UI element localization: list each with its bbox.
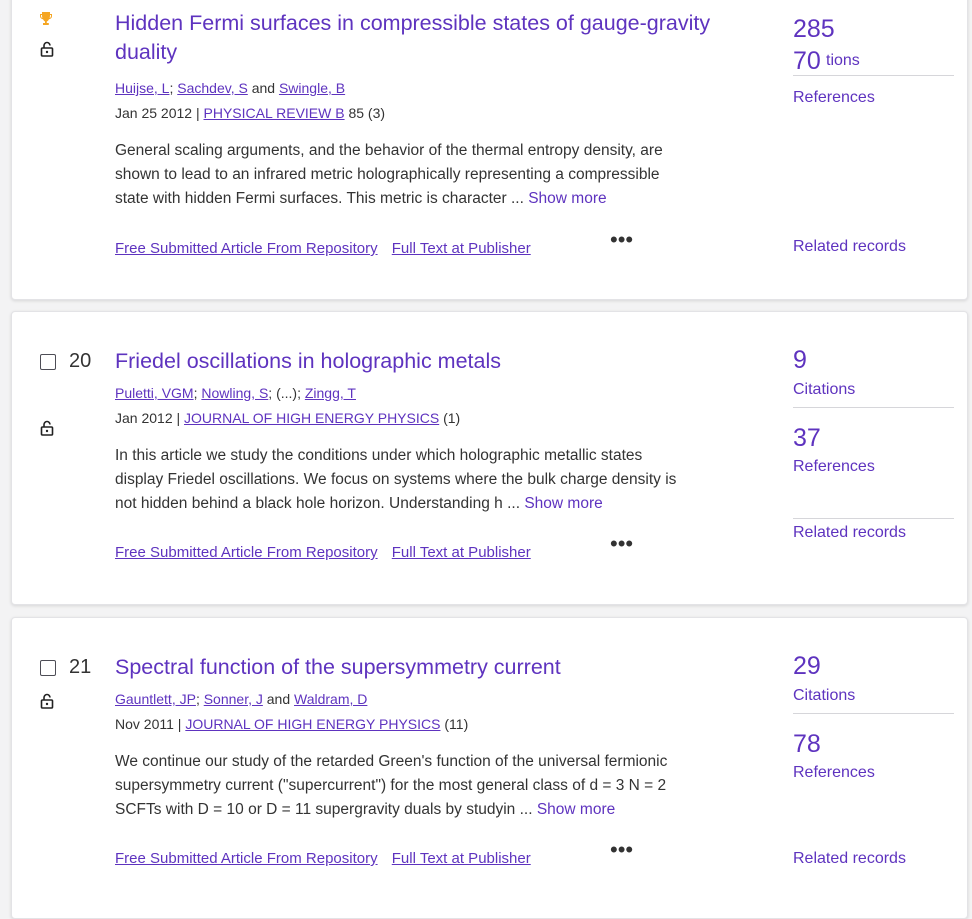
metric-divider <box>793 713 954 714</box>
publication-info: Jan 2012 | JOURNAL OF HIGH ENERGY PHYSIC… <box>115 410 460 426</box>
authors-list: Puletti, VGM; Nowling, S; (...); Zingg, … <box>115 385 356 401</box>
citations-count[interactable]: 285 <box>793 15 835 44</box>
free-submitted-article-link[interactable]: Free Submitted Article From Repository <box>115 240 378 257</box>
abstract: We continue our study of the retarded Gr… <box>115 753 668 818</box>
full-text-publisher-link[interactable]: Full Text at Publisher <box>392 850 531 867</box>
author-separator: ; <box>195 691 204 707</box>
author-link[interactable]: Nowling, S <box>201 385 268 401</box>
show-more-link[interactable]: Show more <box>537 801 615 818</box>
authors-list: Huijse, L; Sachdev, S and Swingle, B <box>115 80 345 96</box>
metric-divider <box>793 518 954 519</box>
journal-link[interactable]: JOURNAL OF HIGH ENERGY PHYSICS <box>185 716 440 732</box>
metric-divider <box>793 407 954 408</box>
citations-label[interactable]: Citations <box>793 687 855 705</box>
record-title-link[interactable]: Friedel oscillations in holographic meta… <box>115 347 501 376</box>
references-label[interactable]: References <box>793 458 875 476</box>
journal-link[interactable]: JOURNAL OF HIGH ENERGY PHYSICS <box>184 410 439 426</box>
journal-link[interactable]: PHYSICAL REVIEW B <box>204 105 345 121</box>
citations-count[interactable]: 9 <box>793 346 807 375</box>
author-link[interactable]: Sachdev, S <box>177 80 248 96</box>
citations-count[interactable]: 29 <box>793 652 821 681</box>
related-records-link[interactable]: Related records <box>793 850 906 868</box>
author-separator: and <box>262 691 295 707</box>
references-count[interactable]: 37 <box>793 424 821 453</box>
more-options-icon[interactable]: ••• <box>610 531 633 557</box>
pub-date: Nov 2011 <box>115 716 174 732</box>
lock-icon <box>40 693 54 709</box>
full-text-links: Free Submitted Article From Repository F… <box>115 240 531 257</box>
record-title-link[interactable]: Hidden Fermi surfaces in compressible st… <box>115 9 710 67</box>
lock-icon <box>40 41 54 57</box>
volume-issue: 85 (3) <box>348 105 386 121</box>
publication-info: Jan 25 2012 | PHYSICAL REVIEW B 85 (3) <box>115 105 385 121</box>
references-count[interactable]: 78 <box>793 730 821 759</box>
record-number: 20 <box>69 350 92 372</box>
citations-label[interactable]: tions <box>826 52 860 70</box>
show-more-link[interactable]: Show more <box>528 190 606 207</box>
record-title-link[interactable]: Spectral function of the supersymmetry c… <box>115 653 561 682</box>
full-text-publisher-link[interactable]: Full Text at Publisher <box>392 240 531 257</box>
authors-list: Gauntlett, JP; Sonner, J and Waldram, D <box>115 691 367 707</box>
author-separator: ; (...); <box>268 385 305 401</box>
author-link[interactable]: Huijse, L <box>115 80 169 96</box>
author-link[interactable]: Swingle, B <box>279 80 345 96</box>
record-checkbox[interactable] <box>40 660 56 676</box>
trophy-icon <box>39 11 53 32</box>
more-options-icon[interactable]: ••• <box>610 837 633 863</box>
record-card: 20 Friedel oscillations in holographic m… <box>11 311 968 605</box>
author-link[interactable]: Zingg, T <box>305 385 356 401</box>
author-separator: and <box>247 80 279 96</box>
abstract: General scaling arguments, and the behav… <box>115 142 663 207</box>
pub-date: Jan 25 2012 <box>115 105 193 121</box>
abstract: In this article we study the conditions … <box>115 447 677 512</box>
citations-label[interactable]: Citations <box>793 381 855 399</box>
record-number: 21 <box>69 656 92 678</box>
volume-issue: (11) <box>444 716 469 732</box>
references-label[interactable]: References <box>793 764 875 782</box>
show-more-link[interactable]: Show more <box>524 495 602 512</box>
author-link[interactable]: Waldram, D <box>294 691 367 707</box>
author-link[interactable]: Puletti, VGM <box>115 385 194 401</box>
publication-info: Nov 2011 | JOURNAL OF HIGH ENERGY PHYSIC… <box>115 716 468 732</box>
date-separator: | <box>192 105 204 121</box>
author-link[interactable]: Gauntlett, JP <box>115 691 196 707</box>
references-count[interactable]: 70 <box>793 47 821 76</box>
full-text-publisher-link[interactable]: Full Text at Publisher <box>392 544 531 561</box>
full-text-links: Free Submitted Article From Repository F… <box>115 850 531 867</box>
record-card: Hidden Fermi surfaces in compressible st… <box>11 0 968 300</box>
related-records-link[interactable]: Related records <box>793 238 906 256</box>
more-options-icon[interactable]: ••• <box>610 227 633 253</box>
lock-icon <box>40 420 54 436</box>
related-records-link[interactable]: Related records <box>793 524 906 542</box>
date-separator: | <box>173 716 186 732</box>
record-card: 21 Spectral function of the supersymmetr… <box>11 617 968 919</box>
free-submitted-article-link[interactable]: Free Submitted Article From Repository <box>115 544 378 561</box>
pub-date: Jan 2012 <box>115 410 173 426</box>
full-text-links: Free Submitted Article From Repository F… <box>115 544 531 561</box>
free-submitted-article-link[interactable]: Free Submitted Article From Repository <box>115 850 378 867</box>
record-checkbox[interactable] <box>40 354 56 370</box>
references-label[interactable]: References <box>793 89 875 107</box>
volume-issue: (1) <box>443 410 461 426</box>
author-link[interactable]: Sonner, J <box>204 691 263 707</box>
date-separator: | <box>172 410 185 426</box>
